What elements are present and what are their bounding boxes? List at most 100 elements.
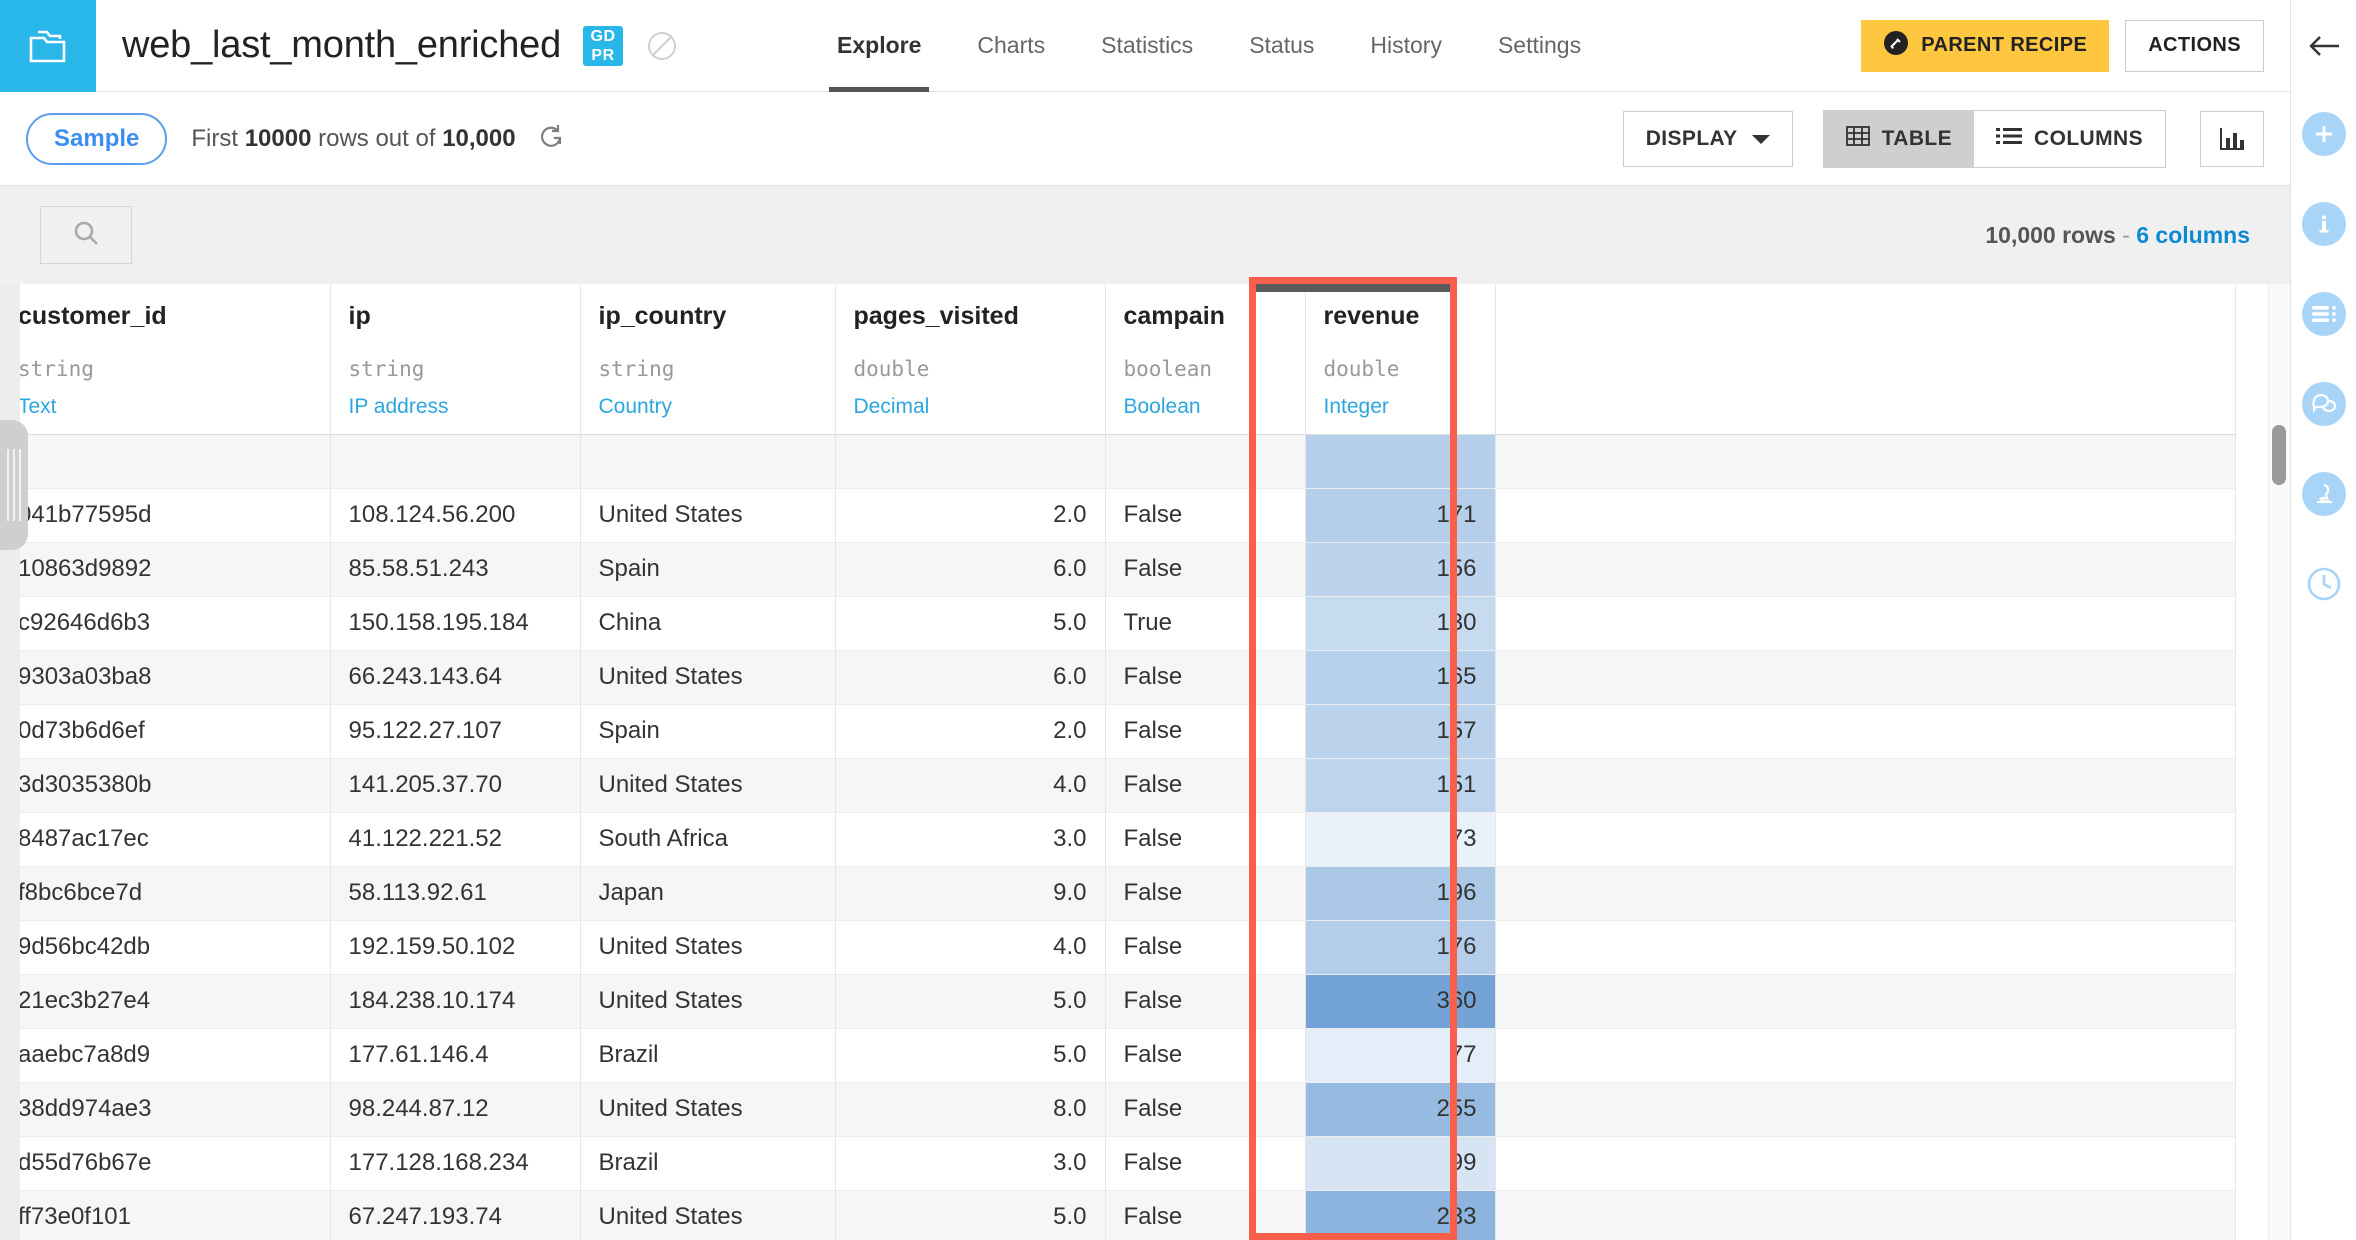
parent-recipe-button[interactable]: PARENT RECIPE [1861, 19, 2110, 72]
tab-history[interactable]: History [1342, 0, 1470, 92]
cell-pages_visited[interactable]: 4.0 [835, 758, 1106, 813]
cell-revenue[interactable]: 73 [1305, 812, 1496, 867]
cell-ip_country[interactable]: Brazil [580, 1028, 836, 1083]
cell-ip[interactable]: 184.238.10.174 [330, 974, 581, 1029]
table-row[interactable]: 10863d9892 85.58.51.243 Spain 6.0 False 156 [0, 542, 2236, 597]
cell-campain[interactable]: True [1105, 596, 1306, 651]
cell-campain[interactable]: False [1105, 1136, 1306, 1191]
col-meaning[interactable]: Text [18, 395, 312, 419]
cell-ip[interactable]: 67.247.193.74 [330, 1190, 581, 1240]
back-arrow-icon[interactable] [2291, 0, 2356, 92]
cell-customer_id[interactable]: 9303a03ba8 [0, 650, 331, 705]
table-row[interactable]: aaebc7a8d9 177.61.146.4 Brazil 5.0 False 77 [0, 1028, 2236, 1083]
cell-ip[interactable]: 177.61.146.4 [330, 1028, 581, 1083]
columns-count[interactable]: 6 columns [2136, 222, 2250, 248]
tab-explore[interactable]: Explore [809, 0, 949, 92]
cell-pages_visited[interactable]: 9.0 [835, 866, 1106, 921]
no-entry-icon[interactable] [645, 29, 679, 63]
cell-customer_id[interactable]: 0d73b6d6ef [0, 704, 331, 759]
cell-revenue[interactable]: 99 [1305, 1136, 1496, 1191]
tab-statistics[interactable]: Statistics [1073, 0, 1221, 92]
cell-pages_visited[interactable]: 2.0 [835, 704, 1106, 759]
cell-campain[interactable]: False [1105, 704, 1306, 759]
cell-campain[interactable]: False [1105, 1190, 1306, 1240]
display-dropdown-button[interactable]: DISPLAY [1622, 110, 1793, 167]
cell-customer_id[interactable]: 38dd974ae3 [0, 1082, 331, 1137]
cell-customer_id[interactable]: 21ec3b27e4 [0, 974, 331, 1029]
bar-chart-icon[interactable] [2200, 110, 2264, 167]
cell-pages_visited[interactable]: 2.0 [835, 488, 1106, 543]
cell-ip[interactable]: 41.122.221.52 [330, 812, 581, 867]
cell-pages_visited[interactable]: 5.0 [835, 1028, 1106, 1083]
cell-ip[interactable]: 150.158.195.184 [330, 596, 581, 651]
cell-ip[interactable]: 108.124.56.200 [330, 488, 581, 543]
cell-pages_visited[interactable]: 3.0 [835, 1136, 1106, 1191]
col-meaning[interactable]: IP address [349, 395, 562, 419]
column-header-ip[interactable]: ip string IP address [330, 284, 581, 435]
column-header-pages_visited[interactable]: pages_visited double Decimal [835, 284, 1106, 435]
cell-campain[interactable]: False [1105, 1082, 1306, 1137]
cell-ip[interactable]: 98.244.87.12 [330, 1082, 581, 1137]
cell-revenue[interactable]: 157 [1305, 704, 1496, 759]
cell-revenue[interactable]: 171 [1305, 488, 1496, 543]
cell-pages_visited[interactable]: 5.0 [835, 1190, 1106, 1240]
cell-revenue[interactable]: 255 [1305, 1082, 1496, 1137]
cell-campain[interactable]: False [1105, 650, 1306, 705]
table-row[interactable]: 21ec3b27e4 184.238.10.174 United States 5.0… [0, 974, 2236, 1029]
cell-ip[interactable]: 141.205.37.70 [330, 758, 581, 813]
cell-ip_country[interactable]: United States [580, 758, 836, 813]
table-row[interactable]: d55d76b67e 177.128.168.234 Brazil 3.0 False 9… [0, 1136, 2236, 1191]
table-row[interactable]: 38dd974ae3 98.244.87.12 United States 8.0 Fa… [0, 1082, 2236, 1137]
cell-revenue[interactable]: 77 [1305, 1028, 1496, 1083]
cell-ip_country[interactable]: United States [580, 1190, 836, 1240]
column-header-ip_country[interactable]: ip_country string Country [580, 284, 836, 435]
discussions-icon[interactable] [2302, 382, 2346, 426]
cell-customer_id[interactable]: f8bc6bce7d [0, 866, 331, 921]
col-meaning[interactable]: Integer [1324, 395, 1477, 419]
cell-campain[interactable]: False [1105, 812, 1306, 867]
cell-ip[interactable]: 95.122.27.107 [330, 704, 581, 759]
cell-customer_id[interactable]: ff73e0f101 [0, 1190, 331, 1240]
table-row[interactable]: ff73e0f101 67.247.193.74 United States 5.0 F… [0, 1190, 2236, 1240]
details-list-icon[interactable] [2302, 292, 2346, 336]
column-header-campain[interactable]: campain boolean Boolean [1105, 284, 1306, 435]
cell-pages_visited[interactable]: 4.0 [835, 920, 1106, 975]
cell-ip_country[interactable]: United States [580, 974, 836, 1029]
cell-revenue[interactable]: 176 [1305, 920, 1496, 975]
search-input[interactable] [40, 206, 132, 264]
cell-ip_country[interactable]: United States [580, 920, 836, 975]
cell-campain[interactable]: False [1105, 866, 1306, 921]
col-meaning[interactable]: Country [599, 395, 817, 419]
cell-customer_id[interactable]: 9d56bc42db [0, 920, 331, 975]
cell-ip_country[interactable]: Brazil [580, 1136, 836, 1191]
cell-ip_country[interactable]: Spain [580, 542, 836, 597]
history-clock-icon[interactable] [2302, 562, 2346, 606]
cell-customer_id[interactable]: d55d76b67e [0, 1136, 331, 1191]
cell-customer_id[interactable]: c92646d6b3 [0, 596, 331, 651]
tab-charts[interactable]: Charts [949, 0, 1073, 92]
tab-status[interactable]: Status [1221, 0, 1342, 92]
column-header-revenue[interactable]: revenue double Integer [1305, 284, 1496, 435]
cell-pages_visited[interactable]: 6.0 [835, 542, 1106, 597]
cell-campain[interactable]: False [1105, 1028, 1306, 1083]
columns-view-button[interactable]: COLUMNS [1974, 110, 2165, 167]
actions-button[interactable]: ACTIONS [2125, 19, 2264, 72]
table-row[interactable]: 3d3035380b 141.205.37.70 United States 4.0 F… [0, 758, 2236, 813]
cell-campain[interactable]: False [1105, 542, 1306, 597]
column-header-customer_id[interactable]: customer_id string Text [0, 284, 331, 435]
table-row[interactable]: 041b77595d 108.124.56.200 United States 2.0… [0, 488, 2236, 543]
cell-ip[interactable]: 192.159.50.102 [330, 920, 581, 975]
cell-campain[interactable]: False [1105, 974, 1306, 1029]
vertical-scrollbar-thumb[interactable] [2272, 425, 2286, 485]
cell-ip[interactable]: 177.128.168.234 [330, 1136, 581, 1191]
cell-ip_country[interactable]: United States [580, 650, 836, 705]
cell-ip_country[interactable]: Spain [580, 704, 836, 759]
left-drag-handle[interactable] [0, 420, 28, 550]
cell-ip_country[interactable]: United States [580, 488, 836, 543]
sample-button[interactable]: Sample [26, 112, 168, 165]
table-row[interactable]: 0d73b6d6ef 95.122.27.107 Spain 2.0 False 157 [0, 704, 2236, 759]
info-icon[interactable] [2302, 202, 2346, 246]
cell-customer_id[interactable]: aaebc7a8d9 [0, 1028, 331, 1083]
cell-customer_id[interactable]: 10863d9892 [0, 542, 331, 597]
cell-customer_id[interactable]: 041b77595d [0, 488, 331, 543]
